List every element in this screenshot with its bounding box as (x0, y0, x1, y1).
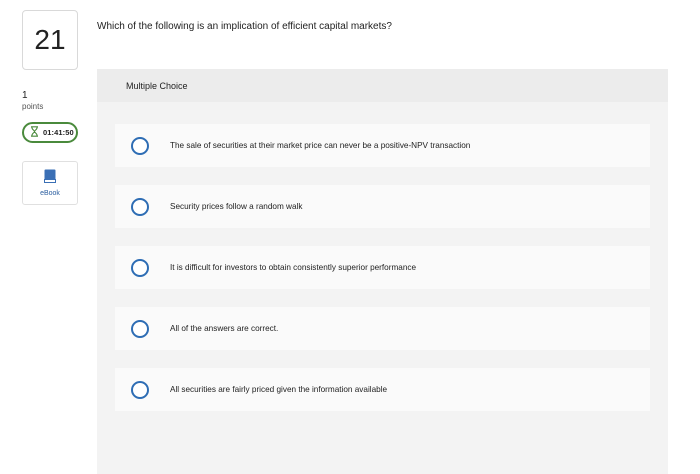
answer-option[interactable]: All securities are fairly priced given t… (115, 368, 650, 411)
ebook-button[interactable]: eBook (22, 161, 78, 205)
question-text: Which of the following is an implication… (97, 21, 392, 32)
points-label: points (22, 102, 44, 111)
answer-option[interactable]: It is difficult for investors to obtain … (115, 246, 650, 289)
ebook-label: eBook (40, 190, 60, 197)
answer-option-label: Security prices follow a random walk (170, 202, 303, 211)
answer-option[interactable]: The sale of securities at their market p… (115, 124, 650, 167)
radio-button[interactable] (131, 380, 149, 399)
answer-panel: Multiple Choice The sale of securities a… (97, 69, 668, 474)
question-number: 21 (22, 10, 78, 70)
radio-button[interactable] (131, 136, 149, 155)
answer-option-label: All securities are fairly priced given t… (170, 385, 388, 394)
multiple-choice-header: Multiple Choice (97, 69, 668, 102)
answer-option-label: It is difficult for investors to obtain … (170, 263, 417, 272)
timer-value: 01:41:50 (43, 128, 74, 137)
points-value: 1 (22, 90, 28, 101)
radio-button[interactable] (131, 319, 149, 338)
radio-button[interactable] (131, 258, 149, 277)
answer-option[interactable]: All of the answers are correct. (115, 307, 650, 350)
answer-option-label: The sale of securities at their market p… (170, 141, 471, 150)
book-icon (44, 169, 56, 188)
answer-option[interactable]: Security prices follow a random walk (115, 185, 650, 228)
hourglass-icon (30, 124, 39, 142)
radio-button[interactable] (131, 197, 149, 216)
answer-option-label: All of the answers are correct. (170, 324, 279, 333)
points-info: 1 points (22, 90, 82, 112)
timer-badge[interactable]: 01:41:50 (22, 122, 78, 143)
